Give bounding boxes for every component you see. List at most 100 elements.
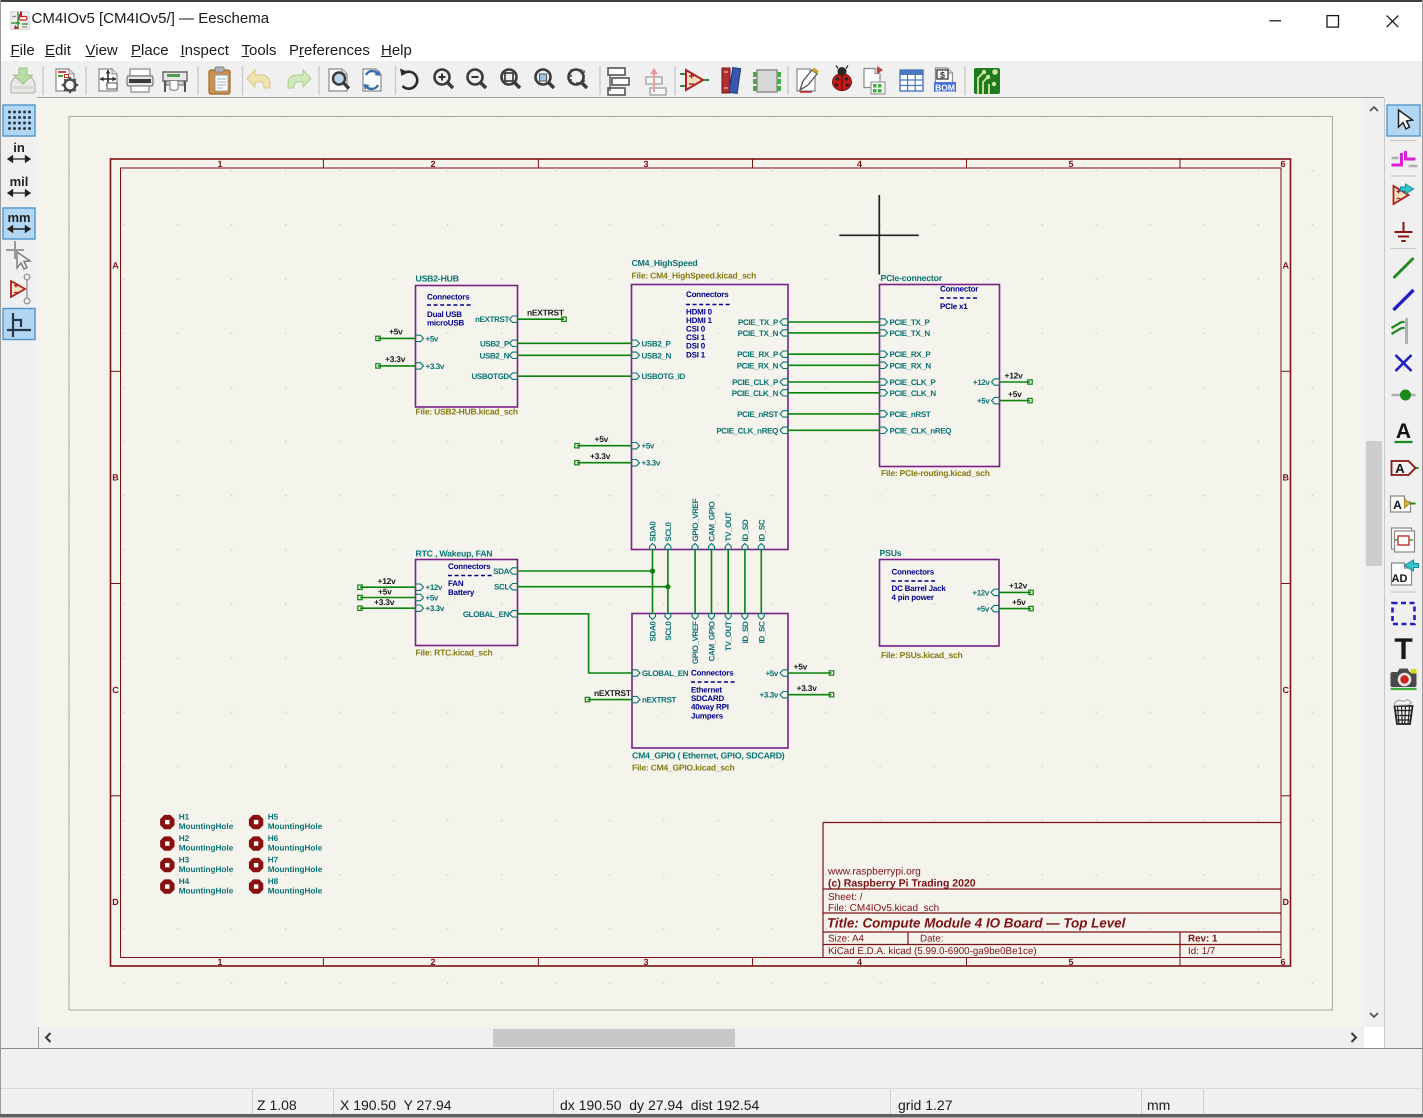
svg-text:6: 6 (1280, 159, 1285, 169)
svg-text:PCIE_CLK_N: PCIE_CLK_N (890, 389, 937, 398)
svg-text:USBOTG_ID: USBOTG_ID (642, 372, 686, 381)
svg-text:DC Barrel Jack: DC Barrel Jack (892, 584, 947, 593)
svg-text:1: 1 (217, 957, 222, 967)
svg-text:Connectors: Connectors (448, 562, 491, 571)
svg-text:A: A (1393, 498, 1402, 512)
svg-text:SCL0: SCL0 (664, 621, 673, 641)
svg-text:mil: mil (10, 174, 29, 189)
svg-text:File: USB2-HUB.kicad_sch: File: USB2-HUB.kicad_sch (416, 407, 518, 417)
svg-text:+5v: +5v (794, 661, 808, 671)
svg-text:MountingHole: MountingHole (179, 843, 234, 852)
svg-text:File: CM4IOv5.kicad_sch: File: CM4IOv5.kicad_sch (828, 903, 939, 914)
svg-text:CAM_GPIO: CAM_GPIO (708, 621, 717, 661)
svg-text:File: PSUs.kicad_sch: File: PSUs.kicad_sch (881, 650, 963, 660)
svg-text:MountingHole: MountingHole (179, 865, 234, 874)
svg-text:Jumpers: Jumpers (691, 712, 724, 721)
svg-text:CM4_HighSpeed: CM4_HighSpeed (632, 258, 698, 268)
svg-text:+5v: +5v (389, 327, 403, 337)
svg-text:GPIO_VREF: GPIO_VREF (691, 498, 700, 541)
svg-text:Sheet: /: Sheet: / (828, 892, 863, 903)
svg-text:(c) Raspberry Pi Trading 2020: (c) Raspberry Pi Trading 2020 (828, 878, 976, 890)
svg-text:+3.3v: +3.3v (385, 354, 406, 364)
svg-text:H8: H8 (268, 877, 279, 886)
svg-text:$: $ (940, 70, 945, 80)
svg-text:USB2_P: USB2_P (480, 339, 510, 348)
svg-text:+3.3v: +3.3v (426, 362, 445, 371)
svg-text:PCIE_TX_P: PCIE_TX_P (738, 318, 779, 327)
svg-text:PCIe x1: PCIe x1 (940, 302, 968, 311)
svg-text:Title: Compute Module 4 IO Boa: Title: Compute Module 4 IO Board — Top L… (827, 916, 1126, 931)
svg-text:PCIE_CLK_nREQ: PCIE_CLK_nREQ (890, 426, 952, 435)
svg-text:Connector: Connector (940, 285, 978, 294)
svg-text:PCIE_TX_P: PCIE_TX_P (890, 318, 931, 327)
svg-text:4: 4 (857, 957, 862, 967)
svg-text:PCIE_TX_N: PCIE_TX_N (738, 329, 779, 338)
svg-text:+5v: +5v (642, 442, 655, 451)
svg-text:PCIE_RX_P: PCIE_RX_P (890, 350, 932, 359)
svg-text:Connectors: Connectors (686, 290, 729, 299)
svg-text:+5v: +5v (1012, 597, 1026, 607)
svg-text:SCL0: SCL0 (664, 522, 673, 542)
svg-text:H4: H4 (179, 877, 190, 886)
svg-text:1: 1 (217, 159, 222, 169)
svg-text:PCIE_CLK_P: PCIE_CLK_P (890, 378, 937, 387)
svg-text:+3.3v: +3.3v (426, 604, 445, 613)
svg-text:TV_OUT: TV_OUT (724, 512, 733, 542)
svg-text:H5: H5 (268, 812, 279, 821)
svg-text:D: D (112, 897, 119, 907)
svg-text:File: PCIe-routing.kicad_sch: File: PCIe-routing.kicad_sch (881, 468, 990, 478)
svg-text:3: 3 (643, 957, 648, 967)
svg-text:+12v: +12v (1005, 370, 1024, 380)
svg-text:BOM: BOM (935, 83, 955, 93)
svg-text:File: RTC.kicad_sch: File: RTC.kicad_sch (416, 648, 493, 658)
svg-text:6: 6 (1280, 957, 1285, 967)
svg-text:MountingHole: MountingHole (268, 822, 323, 831)
svg-text:B: B (112, 473, 119, 483)
svg-text:Size: A4: Size: A4 (828, 934, 864, 945)
svg-text:GLOBAL_EN: GLOBAL_EN (463, 610, 510, 619)
svg-text:+12v: +12v (973, 378, 991, 387)
svg-text:+3.3v: +3.3v (797, 683, 818, 693)
svg-text:+12v: +12v (1009, 581, 1028, 591)
svg-text:MountingHole: MountingHole (268, 865, 323, 874)
svg-text:MountingHole: MountingHole (268, 843, 323, 852)
svg-text:+5v: +5v (426, 334, 439, 343)
svg-text:AD: AD (1392, 573, 1408, 585)
svg-text:2: 2 (430, 957, 435, 967)
svg-text:H3: H3 (179, 855, 190, 864)
svg-text:C: C (1282, 685, 1289, 695)
svg-text:USB2_N: USB2_N (480, 351, 510, 360)
svg-text:File: CM4_HighSpeed.kicad_sch: File: CM4_HighSpeed.kicad_sch (632, 270, 757, 280)
svg-text:File: CM4_GPIO.kicad_sch: File: CM4_GPIO.kicad_sch (632, 763, 734, 773)
svg-text:+12v: +12v (972, 588, 990, 597)
svg-text:nEXTRST: nEXTRST (475, 315, 509, 324)
svg-text:SDA0: SDA0 (649, 621, 658, 642)
svg-text:5: 5 (1068, 957, 1073, 967)
svg-text:DSI 1: DSI 1 (686, 350, 706, 359)
svg-text:Date:: Date: (920, 934, 943, 945)
svg-text:40way RPI: 40way RPI (691, 703, 729, 712)
svg-text:A: A (1395, 461, 1405, 476)
svg-text:T: T (1394, 633, 1412, 666)
svg-text:GPIO_VREF: GPIO_VREF (691, 621, 700, 664)
svg-text:+5v: +5v (976, 605, 989, 614)
svg-text:4 pin power: 4 pin power (892, 593, 934, 602)
svg-text:nEXTRST: nEXTRST (642, 696, 676, 705)
svg-text:+3.3v: +3.3v (642, 459, 661, 468)
svg-text:ID_SD: ID_SD (741, 519, 750, 541)
svg-text:C: C (112, 685, 119, 695)
svg-text:+5v: +5v (1008, 389, 1022, 399)
svg-text:+12v: +12v (378, 576, 397, 586)
svg-text:MountingHole: MountingHole (179, 822, 234, 831)
svg-text:mm: mm (7, 210, 30, 225)
svg-text:+12v: +12v (426, 583, 444, 592)
svg-text:A: A (1282, 261, 1289, 271)
svg-text:PCIE_RX_P: PCIE_RX_P (737, 350, 779, 359)
svg-text:+5v: +5v (595, 434, 609, 444)
svg-text:MountingHole: MountingHole (268, 886, 323, 895)
svg-text:SDA: SDA (493, 567, 509, 576)
svg-text:nEXTRST: nEXTRST (594, 688, 632, 698)
svg-text:A: A (112, 261, 119, 271)
svg-text:www.raspberrypi.org: www.raspberrypi.org (827, 867, 921, 878)
svg-text:PCIE_CLK_N: PCIE_CLK_N (732, 389, 779, 398)
